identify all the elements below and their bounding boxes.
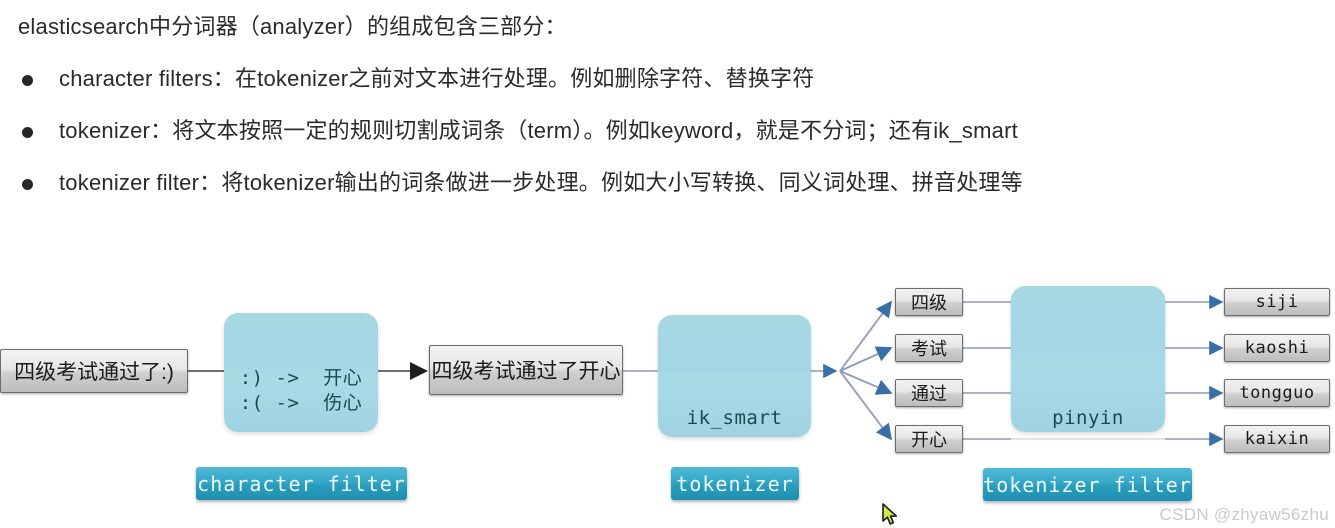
caption-tokenizer: tokenizer [671, 467, 799, 500]
filtered-text-box: 四级考试通过了开心 [429, 345, 623, 395]
term-box: 通过 [895, 379, 963, 407]
bullet-text: tokenizer filter：将tokenizer输出的词条做进一步处理。例… [59, 170, 1023, 195]
bullet-dot-icon [22, 179, 33, 190]
bullet-item-tokenizer: tokenizer：将文本按照一定的规则切割成词条（term）。例如keywor… [18, 116, 1317, 146]
bullet-dot-icon [22, 127, 33, 138]
bullet-item-tokenizer-filter: tokenizer filter：将tokenizer输出的词条做进一步处理。例… [18, 168, 1317, 198]
input-text-box: 四级考试通过了:) [0, 349, 188, 393]
caption-character-filter: character filter [196, 467, 407, 500]
token-filter-name: pinyin [1052, 407, 1124, 429]
output-box: kaoshi [1224, 334, 1330, 362]
output-box: tongguo [1224, 379, 1330, 407]
caption-tokenizer-filter: tokenizer filter [983, 468, 1192, 501]
csdn-watermark: CSDN @zhyaw56zhu [1159, 505, 1329, 524]
output-box: siji [1224, 288, 1330, 316]
intro-paragraph: elasticsearch中分词器（analyzer）的组成包含三部分： [18, 14, 567, 39]
character-filter-rules: :) -> 开心 :( -> 伤心 [239, 367, 363, 414]
term-box: 开心 [895, 425, 963, 453]
output-box: kaixin [1224, 425, 1330, 453]
bullet-text: character filters：在tokenizer之前对文本进行处理。例如… [59, 66, 815, 91]
bullet-item-character-filters: character filters：在tokenizer之前对文本进行处理。例如… [18, 64, 1317, 94]
term-box: 四级 [895, 288, 963, 316]
mouse-cursor-icon [882, 503, 898, 525]
analyzer-pipeline-diagram: 四级考试通过了:) :) -> 开心 :( -> 伤心 character fi… [0, 246, 1335, 528]
term-box: 考试 [895, 334, 963, 362]
article-text: elasticsearch中分词器（analyzer）的组成包含三部分： cha… [0, 0, 1335, 220]
bullet-dot-icon [22, 75, 33, 86]
bullet-text: tokenizer：将文本按照一定的规则切割成词条（term）。例如keywor… [59, 118, 1018, 143]
tokenizer-name: ik_smart [686, 407, 783, 429]
